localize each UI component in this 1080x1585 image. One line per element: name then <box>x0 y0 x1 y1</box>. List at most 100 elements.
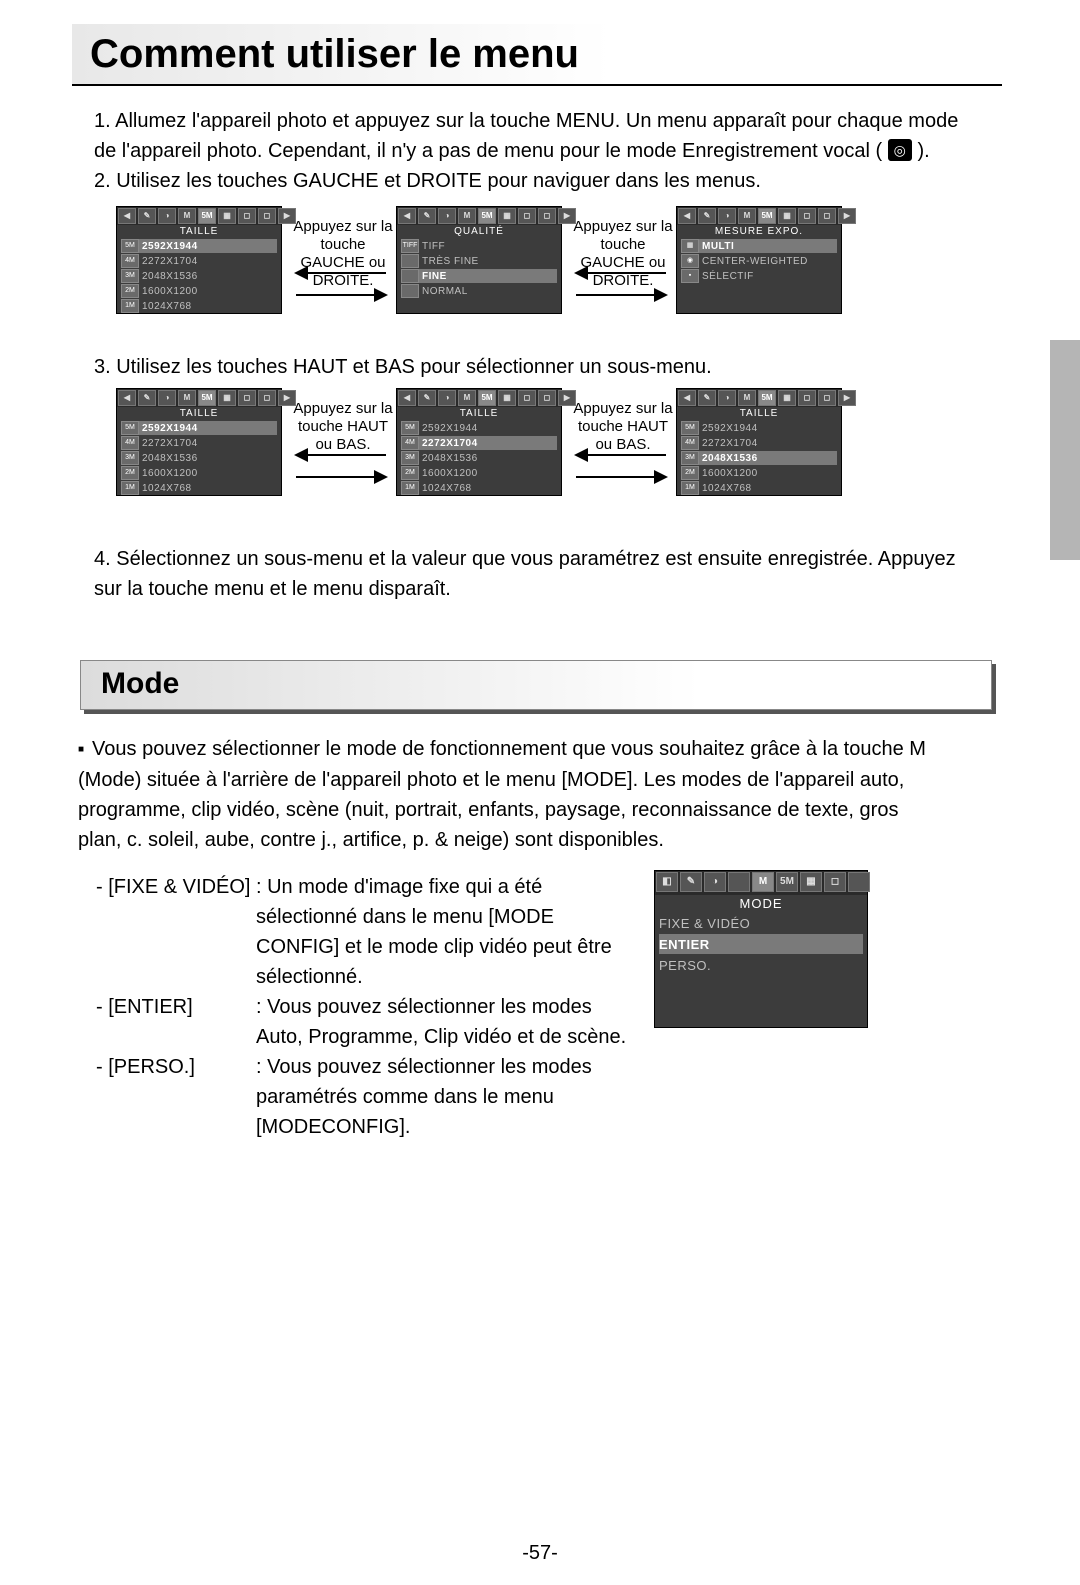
osd-item-label: 2272X1704 <box>142 438 277 449</box>
osd-item-icon: 4M <box>681 436 699 450</box>
osd-title: MODE <box>655 895 867 913</box>
page-number: -57- <box>0 1542 1080 1565</box>
osd-item-label: NORMAL <box>422 286 557 297</box>
osd-menu-item: 3M2048X1536 <box>401 451 557 465</box>
osd-tab-icon: ▦ <box>800 872 822 892</box>
osd-tab-icon: ◻ <box>238 208 256 224</box>
osd-item-icon: ▦ <box>681 239 699 253</box>
osd-tab-icon: ◑ <box>158 390 176 406</box>
osd-tab-icon: ◻ <box>538 208 556 224</box>
osd-item-label: 1600X1200 <box>142 468 277 479</box>
osd-menu-item: 4M2272X1704 <box>401 436 557 450</box>
osd-tab-icon: ◀ <box>398 390 416 406</box>
osd-menu-item: 1M1024X768 <box>401 481 557 495</box>
osd-tab-icon: ◻ <box>538 390 556 406</box>
osd-menu-item: 5M2592X1944 <box>121 421 277 435</box>
osd-taille-2c: ◀✎◑M5M▦◻◻▶TAILLE5M2592X19444M2272X17043M… <box>676 388 842 496</box>
osd-item-label: 1024X768 <box>422 483 557 494</box>
osd-item-icon: 2M <box>681 466 699 480</box>
osd-item-label: 1024X768 <box>142 301 277 312</box>
osd-menu-item: 5M2592X1944 <box>401 421 557 435</box>
arrow-left-icon <box>576 454 666 456</box>
osd-item-icon: 3M <box>681 451 699 465</box>
arrow-left-icon <box>296 454 386 456</box>
osd-taille-1: ◀✎◑M5M▦◻◻▶TAILLE5M2592X19444M2272X17043M… <box>116 206 282 314</box>
osd-item-label: 2048X1536 <box>422 453 557 464</box>
osd-tab-icon: ◻ <box>258 208 276 224</box>
def-entier: - [ENTIER] : Vous pouvez sélectionner le… <box>96 992 636 1052</box>
osd-tab-icon: ▦ <box>498 390 516 406</box>
osd-item-label: 2592X1944 <box>142 241 277 252</box>
osd-menu-item: 1M1024X768 <box>681 481 837 495</box>
osd-qualite: ◀✎◑M5M▦◻◻▶QUALITÉTIFFTIFFTRÈS FINEFINENO… <box>396 206 562 314</box>
osd-tab-icon: ◻ <box>818 208 836 224</box>
arrow-right-icon <box>296 476 386 478</box>
osd-title: TAILLE <box>117 407 281 421</box>
osd-item-label: PERSO. <box>659 958 863 973</box>
osd-item-icon: 5M <box>121 421 139 435</box>
def-fixe-video: - [FIXE & VIDÉO] : Un mode d'image fixe … <box>96 872 636 992</box>
osd-item-icon: 2M <box>121 284 139 298</box>
def-perso: - [PERSO.] : Vous pouvez sélectionner le… <box>96 1052 636 1142</box>
page-title: Comment utiliser le menu <box>72 32 579 76</box>
hint-ud-1: Appuyez sur la touche HAUT ou BAS. <box>290 400 396 454</box>
osd-menu-item: FINE <box>401 269 557 283</box>
osd-tab-icon: ◻ <box>798 208 816 224</box>
osd-tab-icon: M <box>458 390 476 406</box>
osd-tab-icon: 5M <box>758 208 776 224</box>
osd-menu-item: ENTIER <box>659 934 863 954</box>
osd-menu-item: 5M2592X1944 <box>121 239 277 253</box>
osd-item-icon: TIFF <box>401 239 419 253</box>
step-3: 3. Utilisez les touches HAUT et BAS pour… <box>94 352 964 382</box>
osd-menu-item: 2M1600X1200 <box>121 466 277 480</box>
osd-item-label: 2592X1944 <box>422 423 557 434</box>
arrow-right-icon <box>296 294 386 296</box>
osd-tab-icon: 5M <box>198 390 216 406</box>
osd-tab-icon: ◻ <box>798 390 816 406</box>
osd-menu-item: FIXE & VIDÉO <box>659 913 863 933</box>
osd-menu-item: 4M2272X1704 <box>681 436 837 450</box>
osd-tab-icon: ◑ <box>438 390 456 406</box>
arrow-right-icon <box>576 476 666 478</box>
osd-menu-item: 3M2048X1536 <box>121 269 277 283</box>
osd-item-label: CENTER-WEIGHTED <box>702 256 837 267</box>
osd-tab-icon: ✎ <box>680 872 702 892</box>
osd-tab-icon: ✎ <box>698 208 716 224</box>
osd-menu-item: NORMAL <box>401 284 557 298</box>
osd-menu-item: 1M1024X768 <box>121 299 277 313</box>
osd-tab-icon: M <box>738 390 756 406</box>
osd-menu-item: 2M1600X1200 <box>121 284 277 298</box>
osd-tab-icon: ◻ <box>518 390 536 406</box>
osd-tab-icon: 5M <box>478 390 496 406</box>
osd-tab-icon: ✎ <box>698 390 716 406</box>
section-tab <box>1050 340 1080 560</box>
osd-title: TAILLE <box>117 225 281 239</box>
osd-item-label: ENTIER <box>659 937 863 952</box>
osd-item-icon: 5M <box>681 421 699 435</box>
step-2: 2. Utilisez les touches GAUCHE et DROITE… <box>94 166 964 196</box>
osd-item-icon: 2M <box>121 466 139 480</box>
osd-title: TAILLE <box>677 407 841 421</box>
osd-item-icon: 3M <box>121 451 139 465</box>
osd-tab-icon: 5M <box>478 208 496 224</box>
osd-menu-item: 2M1600X1200 <box>401 466 557 480</box>
osd-item-icon: 3M <box>401 451 419 465</box>
osd-item-label: 1600X1200 <box>422 468 557 479</box>
osd-item-icon: 1M <box>401 481 419 495</box>
osd-tab-icon <box>728 872 750 892</box>
osd-item-label: 2048X1536 <box>702 453 837 464</box>
osd-menu-item: 4M2272X1704 <box>121 254 277 268</box>
osd-tab-icon: M <box>178 390 196 406</box>
osd-menu-item: TRÈS FINE <box>401 254 557 268</box>
osd-item-label: FIXE & VIDÉO <box>659 916 863 931</box>
osd-menu-item: 3M2048X1536 <box>121 451 277 465</box>
osd-tab-icon: ◀ <box>118 390 136 406</box>
osd-taille-2b: ◀✎◑M5M▦◻◻▶TAILLE5M2592X19444M2272X17043M… <box>396 388 562 496</box>
osd-item-label: 2048X1536 <box>142 453 277 464</box>
osd-tab-icon: ◧ <box>656 872 678 892</box>
osd-tab-icon: ◻ <box>824 872 846 892</box>
osd-item-icon: 4M <box>401 436 419 450</box>
osd-item-label: 2272X1704 <box>422 438 557 449</box>
osd-tab-icon: ◑ <box>718 390 736 406</box>
osd-title: TAILLE <box>397 407 561 421</box>
